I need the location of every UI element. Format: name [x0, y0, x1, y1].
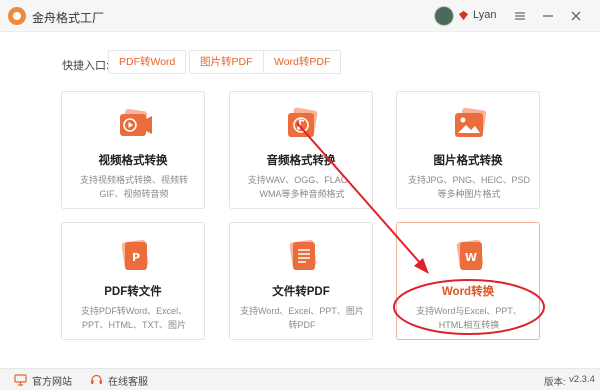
card-title: 文件转PDF: [272, 286, 330, 298]
vip-diamond-icon: [458, 10, 469, 21]
word-icon: W: [456, 239, 484, 270]
monitor-icon: [14, 374, 27, 386]
headset-icon: [91, 374, 102, 384]
support-label: 在线客服: [108, 377, 148, 388]
card-title: PDF转文件: [104, 286, 162, 298]
svg-text:P: P: [132, 251, 140, 264]
close-button[interactable]: [566, 6, 586, 26]
quick-access-label: 快捷入口:: [62, 60, 110, 72]
pdf-icon: P: [121, 239, 149, 270]
footer-bar: 官方网站 在线客服 版本: v2.3.4: [0, 368, 600, 390]
document-icon: [289, 239, 317, 270]
card-description: 支持PDF转Word、Excel、PPT、HTML、TXT、图片: [80, 306, 188, 330]
card-title: 视频格式转换: [98, 155, 168, 167]
app-logo-icon: [8, 7, 26, 25]
card-image-convert[interactable]: 图片格式转换 支持JPG、PNG、HEIC、PSD等多种图片格式: [396, 91, 540, 209]
card-word-convert[interactable]: W Word转换 支持Word与Excel、PPT、HTML相互转换: [396, 222, 540, 340]
svg-text:W: W: [465, 251, 477, 264]
card-description: 支持视频格式转换、视频转GIF、视频转音频: [79, 175, 188, 199]
website-link[interactable]: 官方网站: [14, 373, 74, 388]
card-description: 支持Word与Excel、PPT、HTML相互转换: [416, 306, 522, 330]
close-icon: [571, 11, 581, 21]
version-label: 版本:: [544, 377, 566, 388]
music-icon: [288, 107, 318, 137]
minimize-icon: [543, 15, 553, 17]
username[interactable]: Lyan: [473, 9, 496, 21]
quick-image-to-pdf-button[interactable]: 图片转PDF: [189, 50, 264, 74]
title-bar: 金舟格式工厂 Lyan: [0, 0, 600, 32]
card-title: 音频格式转换: [266, 155, 336, 167]
minimize-button[interactable]: [538, 6, 558, 26]
card-audio-convert[interactable]: 音频格式转换 支持WAV、OGG、FLAC、WMA等多种音频格式: [229, 91, 373, 209]
card-video-convert[interactable]: 视频格式转换 支持视频格式转换、视频转GIF、视频转音频: [61, 91, 205, 209]
card-title: 图片格式转换: [433, 155, 503, 167]
app-title: 金舟格式工厂: [32, 11, 105, 25]
card-description: 支持JPG、PNG、HEIC、PSD等多种图片格式: [407, 175, 530, 199]
card-pdf-to-file[interactable]: P PDF转文件 支持PDF转Word、Excel、PPT、HTML、TXT、图…: [61, 222, 205, 340]
video-icon: [120, 108, 152, 136]
quick-word-to-pdf-button[interactable]: Word转PDF: [263, 50, 342, 74]
card-file-to-pdf[interactable]: 文件转PDF 支持Word、Excel、PPT、图片转PDF: [229, 222, 373, 340]
support-link[interactable]: 在线客服: [90, 373, 150, 388]
card-description: 支持Word、Excel、PPT、图片转PDF: [240, 306, 364, 330]
image-icon: [455, 107, 487, 137]
card-title: Word转换: [441, 286, 495, 298]
version-number: v2.3.4: [569, 374, 595, 385]
avatar[interactable]: [434, 6, 454, 26]
quick-pdf-to-word-button[interactable]: PDF转Word: [108, 50, 187, 74]
menu-icon: [515, 12, 525, 20]
card-description: 支持WAV、OGG、FLAC、WMA等多种音频格式: [247, 175, 357, 199]
website-label: 官方网站: [32, 377, 72, 388]
menu-button[interactable]: [510, 6, 530, 26]
